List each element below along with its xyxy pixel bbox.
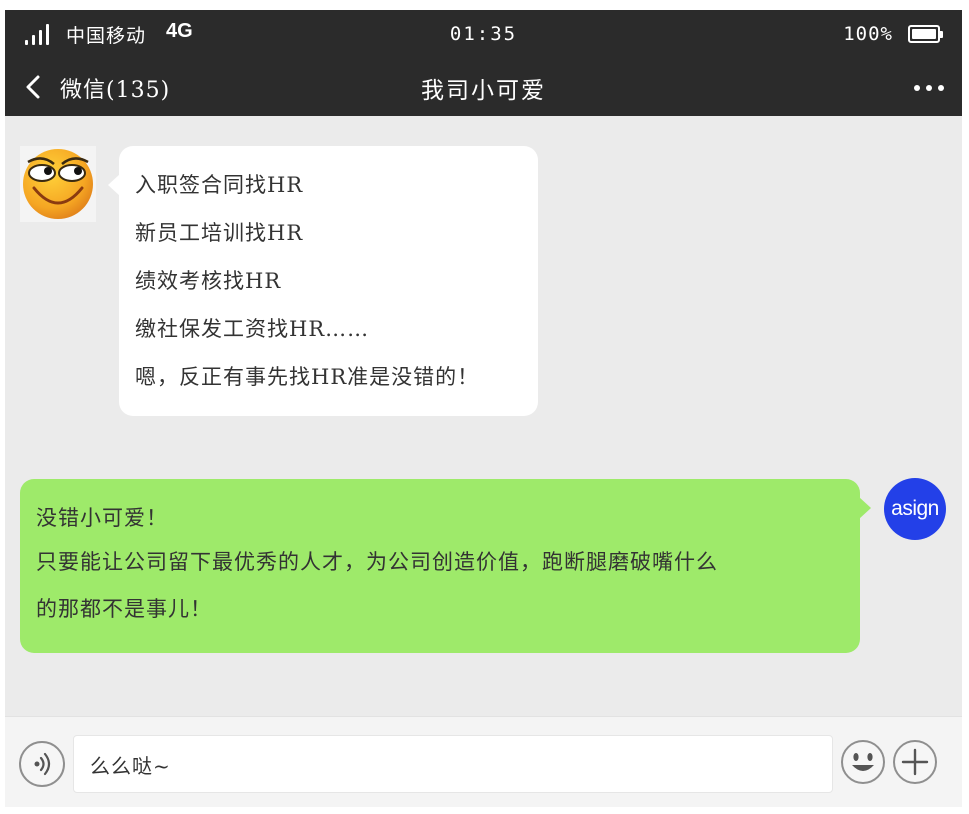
- voice-button[interactable]: [19, 741, 65, 787]
- message-line: 新员工培训找HR: [135, 221, 304, 245]
- status-bar: 中国移动 4G 01:35 100%: [5, 10, 962, 58]
- nav-bar: 微信(135) 我司小可爱: [5, 58, 962, 116]
- avatar[interactable]: asign: [884, 478, 946, 540]
- message-line: 缴社保发工资找HR……: [135, 317, 370, 341]
- smiley-face-avatar: [23, 149, 93, 219]
- more-icon[interactable]: [914, 85, 944, 91]
- voice-icon: [34, 752, 51, 776]
- emoji-button[interactable]: [840, 739, 886, 785]
- status-time: 01:35: [449, 23, 518, 45]
- battery-icon: [908, 25, 943, 43]
- input-bar: [5, 716, 962, 807]
- avatar[interactable]: [20, 146, 96, 222]
- message-line: 没错小可爱！: [36, 506, 168, 530]
- chat-screen: 中国移动 4G 01:35 100% 微信(135) 我司小可爱 入职签合同找H…: [5, 10, 962, 807]
- message-line: 的那都不是事儿！: [36, 597, 212, 621]
- plus-icon: [893, 740, 937, 784]
- avatar-text: asign: [891, 497, 939, 520]
- message-line: 入职签合同找HR: [135, 173, 304, 197]
- message-bubble-outgoing[interactable]: 没错小可爱！ 只要能让公司留下最优秀的人才，为公司创造价值，跑断腿磨破嘴什么 的…: [20, 479, 871, 653]
- chat-title: 我司小可爱: [421, 78, 546, 104]
- message-input[interactable]: [73, 735, 833, 793]
- message-line: 绩效考核找HR: [135, 269, 282, 293]
- emoji-icon: [841, 740, 885, 784]
- message-line: 只要能让公司留下最优秀的人才，为公司创造价值，跑断腿磨破嘴什么: [36, 550, 718, 574]
- message-bubble-incoming[interactable]: 入职签合同找HR 新员工培训找HR 绩效考核找HR 缴社保发工资找HR…… 嗯，…: [108, 146, 538, 416]
- more-actions-button[interactable]: [892, 739, 938, 785]
- battery-percent: 100%: [843, 23, 893, 45]
- message-line: 嗯，反正有事先找HR准是没错的！: [135, 365, 480, 389]
